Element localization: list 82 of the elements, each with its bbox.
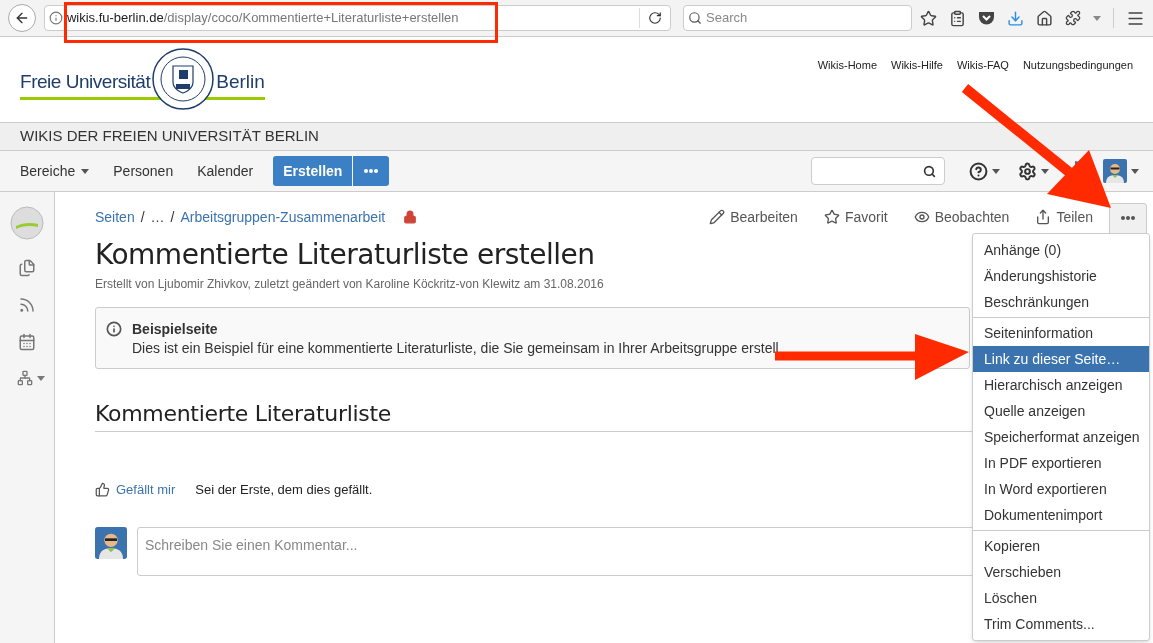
back-button[interactable] [8, 4, 36, 32]
reload-icon[interactable] [648, 11, 662, 25]
bookmark-star-icon[interactable] [920, 9, 937, 27]
menu-item[interactable]: Änderungshistorie [973, 263, 1149, 289]
favorite-icon [823, 209, 840, 225]
menu-item[interactable]: Löschen [973, 585, 1149, 611]
create-button[interactable]: Erstellen [273, 156, 353, 186]
nav-item[interactable]: Personen [113, 160, 174, 182]
menu-item[interactable]: Anhänge (0) [973, 237, 1149, 263]
header-link[interactable]: Wikis-Home [817, 57, 877, 122]
seal-icon [152, 48, 215, 110]
caret-icon [1131, 168, 1139, 174]
pages-icon[interactable] [18, 259, 36, 277]
page-action-button[interactable]: Beobachten [913, 206, 1010, 228]
help-button[interactable] [969, 161, 1000, 181]
more-icon [1121, 216, 1135, 220]
rss-icon[interactable] [18, 296, 36, 314]
info-panel-text: Dies ist ein Beispiel für eine kommentierte Literaturliste, die Sie gemeinsam in Ihrer Arbeitsgruppe erstell [132, 339, 779, 358]
calendar-icon[interactable] [18, 333, 36, 351]
caret-icon [1041, 168, 1049, 174]
pocket-icon[interactable] [978, 10, 995, 26]
extension-icon[interactable] [1065, 10, 1081, 26]
breadcrumb-separator: / [140, 207, 145, 227]
share-icon [1035, 209, 1052, 225]
like-status: Sei der Erste, dem dies gefällt. [195, 481, 373, 499]
menu-item[interactable]: Kopieren [973, 533, 1149, 559]
like-button[interactable]: Gefällt mir [95, 480, 176, 500]
site-title: WIKIS DER FREIEN UNIVERSITÄT BERLIN [20, 126, 319, 147]
info-icon [106, 321, 122, 337]
more-create-button[interactable] [353, 156, 390, 186]
settings-button[interactable] [1018, 161, 1049, 181]
search-icon [923, 164, 936, 178]
more-icon [364, 169, 379, 173]
logo-text: Berlin [216, 69, 265, 94]
header-link[interactable]: Wikis-Hilfe [891, 57, 943, 122]
info-icon [48, 11, 63, 25]
address-bar[interactable]: wikis.fu-berlin.de/display/coco/Kommentierte+Literaturliste+erstellen [43, 5, 671, 31]
caret-icon [1093, 15, 1101, 21]
search-field[interactable]: Search [683, 5, 912, 31]
menu-item[interactable]: Beschränkungen [973, 289, 1149, 315]
university-logo[interactable]: Freie Universität Berlin [20, 37, 265, 122]
nav-search-field[interactable] [811, 157, 945, 185]
avatar-icon [95, 526, 127, 559]
header-link[interactable]: Wikis-FAQ [956, 57, 1009, 122]
tree-button[interactable] [17, 370, 45, 386]
avatar-icon [1103, 159, 1127, 183]
edit-icon [709, 209, 726, 225]
watch-icon [913, 209, 930, 225]
breadcrumb-link[interactable]: Arbeitsgruppen-Zusammenarbeit [180, 206, 386, 228]
search-placeholder: Search [706, 9, 748, 28]
page-action-button[interactable]: Favorit [823, 206, 888, 228]
thumbs-up-icon [95, 482, 110, 498]
search-icon [688, 11, 702, 25]
more-actions-button[interactable] [1109, 202, 1147, 234]
page-byline: Erstellt von Ljubomir Zhivkov, zuletzt geändert von Karoline Köckritz-von Klewitz am 31.08.2016 [95, 276, 604, 293]
header-link[interactable]: Nutzungsbedingungen [1022, 57, 1133, 122]
breadcrumb-separator: / [170, 207, 175, 227]
menu-item[interactable]: Trim Comments... [973, 611, 1149, 637]
menu-item[interactable]: Hierarchisch anzeigen [973, 372, 1149, 398]
user-button[interactable] [1103, 159, 1139, 183]
reading-list-icon[interactable] [949, 9, 966, 27]
menu-item[interactable]: In PDF exportieren [973, 450, 1149, 476]
caret-icon [37, 375, 45, 381]
breadcrumb-link[interactable]: Seiten [95, 206, 135, 228]
menu-item[interactable]: Seiteninformation [973, 320, 1149, 346]
page-action-button[interactable]: Teilen [1035, 206, 1093, 228]
nav-item[interactable]: Kalender [197, 160, 254, 182]
nav-item[interactable]: Bereiche [20, 160, 90, 182]
menu-item[interactable]: Link zu dieser Seite… [973, 346, 1149, 372]
menu-item[interactable]: Dokumentenimport [973, 502, 1149, 528]
menu-item[interactable]: In Word exportieren [973, 476, 1149, 502]
home-icon[interactable] [1036, 9, 1053, 27]
page-title: Kommentierte Literaturliste erstellen [95, 238, 595, 272]
page-action-button[interactable]: Bearbeiten [709, 206, 798, 228]
breadcrumb-separator: … [150, 207, 165, 227]
menu-item[interactable]: Quelle anzeigen [973, 398, 1149, 424]
caret-icon [992, 168, 1000, 174]
info-panel-title: Beispielseite [132, 320, 219, 339]
download-icon[interactable] [1007, 9, 1024, 27]
logo-text: Freie Universität [20, 69, 151, 94]
url-text: wikis.fu-berlin.de/display/coco/Kommentierte+Literaturliste+erstellen [66, 9, 460, 28]
lock-icon[interactable] [403, 210, 418, 224]
